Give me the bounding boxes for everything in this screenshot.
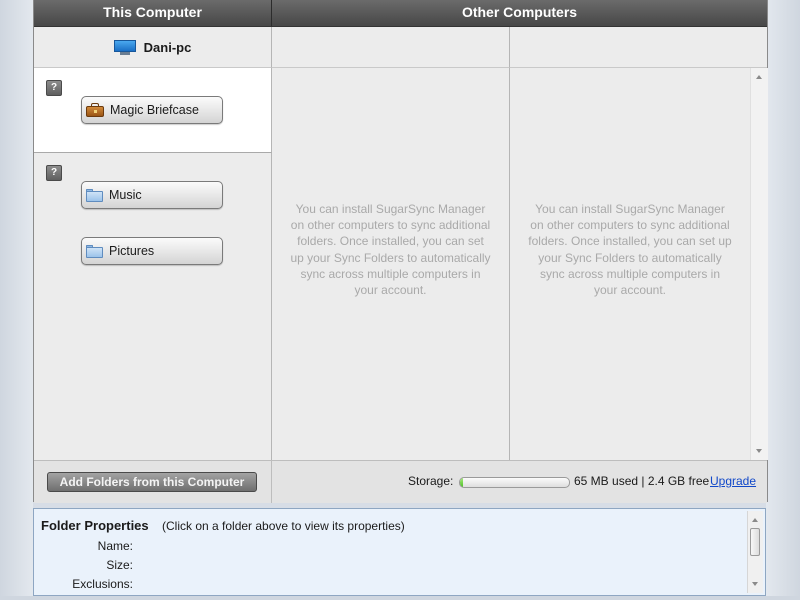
panel-footer: Add Folders from this Computer Storage: … [34,460,767,503]
add-folders-button[interactable]: Add Folders from this Computer [47,472,257,492]
other-computer-slot-2: You can install SugarSync Manager on oth… [510,68,750,460]
folder-properties-panel: Folder Properties (Click on a folder abo… [33,508,766,596]
properties-scrollbar[interactable] [747,511,763,593]
scroll-down-icon[interactable] [756,449,762,453]
footer-divider [271,461,272,503]
sync-panel: This Computer Other Computers Dani-pc ? … [33,0,768,503]
property-label-size: Size: [106,558,133,572]
briefcase-icon [86,103,104,117]
storage-usage-text: 65 MB used | 2.4 GB free [574,474,710,488]
scroll-up-icon[interactable] [752,518,758,522]
install-message: You can install SugarSync Manager on oth… [290,202,491,298]
window-frame-right [766,0,800,600]
folder-properties-title: Folder Properties [41,518,149,533]
folder-label: Pictures [109,244,155,258]
folder-icon [86,244,103,258]
folder-properties-hint: (Click on a folder above to view its pro… [162,519,405,533]
this-computer-header: This Computer [34,0,272,27]
window-frame-left [0,0,33,600]
folder-button-music[interactable]: Music [81,181,223,209]
scroll-up-icon[interactable] [756,75,762,79]
storage-bar-fill [460,478,464,487]
other-computers-header: Other Computers [272,0,767,27]
help-icon[interactable]: ? [46,165,62,181]
folder-button-pictures[interactable]: Pictures [81,237,223,265]
scrollbar-thumb[interactable] [750,528,760,556]
computer-name-row: Dani-pc [34,27,272,68]
monitor-icon [113,39,136,55]
other-computer-slot-1-header [272,27,510,68]
magic-briefcase-label: Magic Briefcase [110,103,199,117]
window-frame-bottom [0,596,800,600]
folder-icon [86,188,103,202]
computer-name: Dani-pc [143,39,192,55]
vertical-scrollbar[interactable] [750,68,768,460]
storage-label: Storage: [408,474,454,488]
other-computer-slot-1: You can install SugarSync Manager on oth… [272,68,510,460]
install-message: You can install SugarSync Manager on oth… [528,202,732,298]
folder-label: Music [109,188,142,202]
scroll-down-icon[interactable] [752,582,758,586]
property-label-name: Name: [97,539,133,553]
upgrade-link[interactable]: Upgrade [710,474,756,488]
storage-bar [459,477,570,488]
magic-briefcase-button[interactable]: Magic Briefcase [81,96,223,124]
sync-folders-section: ? Music Pictures [34,153,272,460]
magic-briefcase-section: ? Magic Briefcase [34,68,272,153]
other-computer-slot-2-header [510,27,767,68]
help-icon[interactable]: ? [46,80,62,96]
property-label-exclusions: Exclusions: [72,577,133,591]
